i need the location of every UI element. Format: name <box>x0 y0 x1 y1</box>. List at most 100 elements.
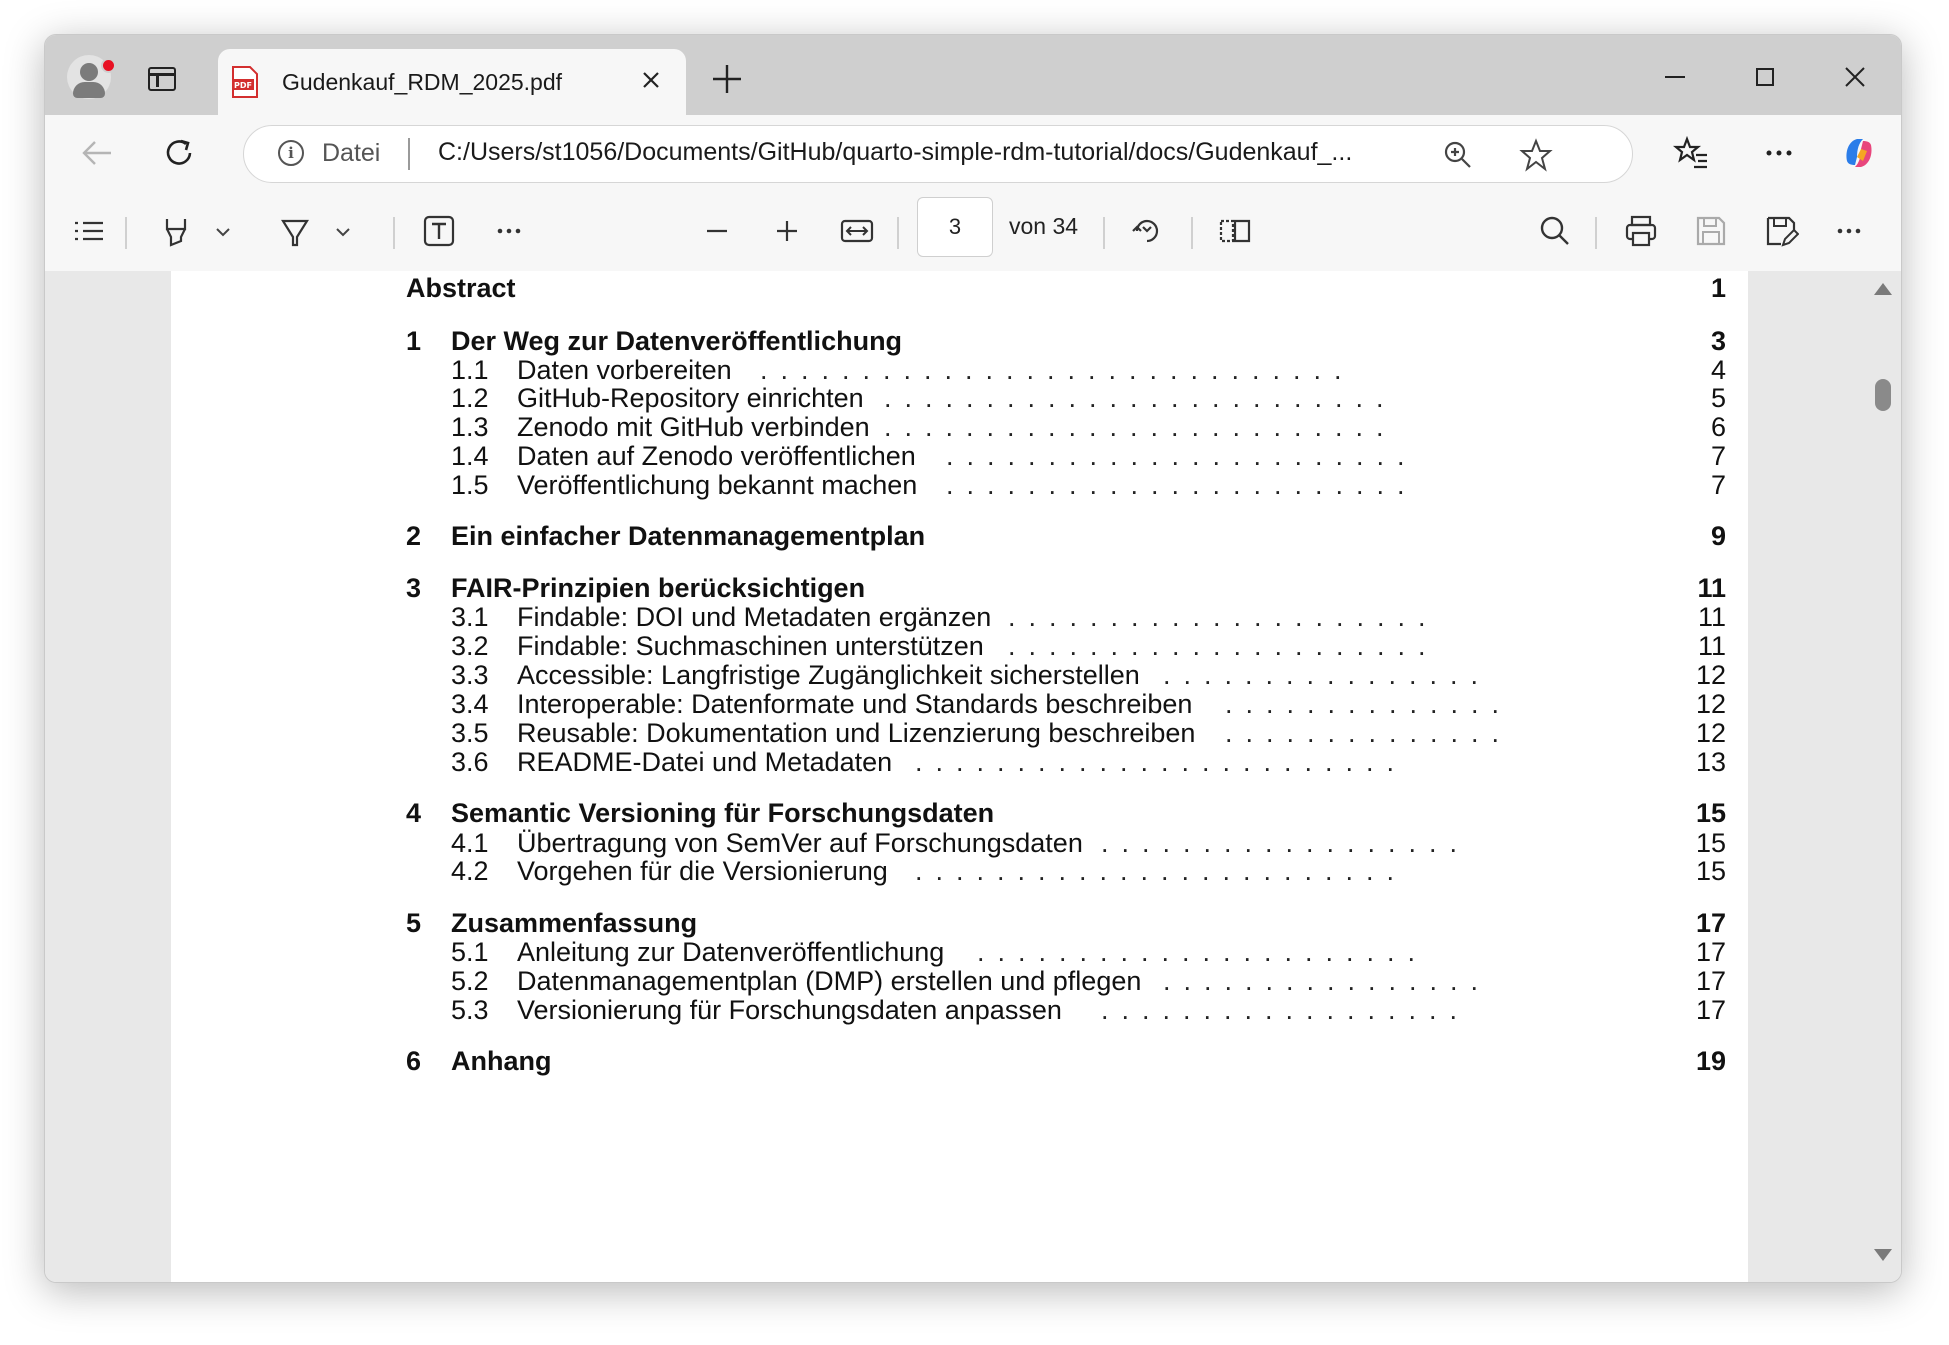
toc-number: 3.1 <box>451 602 489 632</box>
toc-number: 5.3 <box>451 995 489 1025</box>
toc-dot-leader: .............. <box>1225 689 1513 719</box>
toc-number: 1.2 <box>451 383 489 413</box>
pdf-toolbar: 3 von 34 <box>45 191 1901 272</box>
toc-page-number: 11 <box>1697 631 1726 661</box>
toc-title: Daten vorbereiten <box>517 355 732 385</box>
toc-subsection[interactable]: 4.2 Vorgehen für die Versionierung 15.....… <box>171 856 1726 890</box>
toc-title: Übertragung von SemVer auf Forschungsdat… <box>517 828 1083 858</box>
fit-to-width-icon[interactable] <box>839 213 875 249</box>
print-icon[interactable] <box>1623 213 1659 249</box>
toc-page-number: 9 <box>1710 521 1726 551</box>
close-tab-icon[interactable] <box>636 65 666 95</box>
favorites-list-icon[interactable] <box>1669 131 1713 175</box>
toc-number: 4 <box>406 798 422 828</box>
toc-title: Abstract <box>406 273 516 303</box>
toc-dot-leader: ............................. <box>760 355 1355 385</box>
toc-page-number: 3 <box>1710 326 1726 356</box>
zoom-out-icon[interactable] <box>699 213 735 249</box>
refresh-icon[interactable] <box>157 131 201 175</box>
page-view-icon[interactable] <box>1217 213 1253 249</box>
toc-page-number: 1 <box>1710 273 1726 303</box>
toc-section[interactable]: 4 Semantic Versioning für Forschungsdaten… <box>171 798 1726 832</box>
save-icon[interactable] <box>1693 213 1729 249</box>
toc-dot-leader: ....................... <box>946 470 1418 500</box>
address-bar[interactable]: i Datei C:/Users/st1056/Documents/GitHub… <box>243 125 1633 183</box>
toc-number: 3 <box>406 573 422 603</box>
toc-number: 5.1 <box>451 937 489 967</box>
chevron-down-icon[interactable] <box>333 213 353 249</box>
toc-subsection[interactable]: 1.5 Veröffentlichung bekannt machen 7.....… <box>171 470 1726 504</box>
toc-page-number: 11 <box>1697 602 1726 632</box>
more-options-icon[interactable] <box>1757 131 1801 175</box>
toc-section[interactable]: 2 Ein einfacher Datenmanagementplan 9 <box>171 521 1726 555</box>
highlight-icon[interactable] <box>159 213 195 249</box>
toc-subsection[interactable]: 5.3 Versionierung für Forschungsdaten anp… <box>171 995 1726 1029</box>
tab-title: Gudenkauf_RDM_2025.pdf <box>282 69 563 95</box>
toc-dot-leader: ................ <box>1163 660 1492 690</box>
toc-subsection[interactable]: 3.6 README-Datei und Metadaten 13.........… <box>171 747 1726 781</box>
close-window-icon[interactable] <box>1835 57 1875 97</box>
rotate-icon[interactable] <box>1129 213 1165 249</box>
maximize-icon[interactable] <box>1745 57 1785 97</box>
pdf-file-icon: PDF <box>232 66 258 98</box>
toc-page-number: 5 <box>1710 383 1726 413</box>
toc-page-number: 15 <box>1695 798 1726 828</box>
toc-title: Anhang <box>451 1046 552 1076</box>
toc-number: 1 <box>406 326 422 356</box>
text-box-icon[interactable] <box>421 213 457 249</box>
zoom-icon[interactable] <box>1442 139 1474 171</box>
toc-title: Findable: Suchmaschinen unterstützen <box>517 631 984 661</box>
zoom-in-icon[interactable] <box>769 213 805 249</box>
toc-title: GitHub-Repository einrichten <box>517 383 864 413</box>
scrollbar-thumb[interactable] <box>1875 379 1891 411</box>
draw-icon[interactable] <box>277 213 313 249</box>
scrollbar[interactable] <box>1865 271 1901 1282</box>
toc-title: Versionierung für Forschungsdaten anpass… <box>517 995 1062 1025</box>
scroll-up-icon[interactable] <box>1874 283 1892 295</box>
toc-title: README-Datei und Metadaten <box>517 747 893 777</box>
more-tools-icon[interactable] <box>491 213 527 249</box>
toc-number: 6 <box>406 1046 422 1076</box>
toc-page-number: 7 <box>1710 470 1726 500</box>
toolbar-divider <box>125 217 127 249</box>
toc-title: Der Weg zur Datenveröffentlichung <box>451 326 903 356</box>
toc-section[interactable]: 6 Anhang 19 <box>171 1046 1726 1080</box>
pdf-more-options-icon[interactable] <box>1831 213 1867 249</box>
scroll-down-icon[interactable] <box>1874 1249 1892 1261</box>
toc-page-number: 12 <box>1695 660 1726 690</box>
address-scheme-label: Datei <box>322 139 381 167</box>
copilot-icon[interactable] <box>1837 131 1881 175</box>
toc-dot-leader: ..................... <box>1008 602 1439 632</box>
profile-avatar-icon[interactable] <box>67 55 116 99</box>
toc-title: Daten auf Zenodo veröffentlichen <box>517 441 916 471</box>
toolbar-divider <box>1595 217 1597 249</box>
page-number-input[interactable]: 3 <box>917 197 993 257</box>
chevron-down-icon[interactable] <box>213 213 233 249</box>
toc-title: Findable: DOI und Metadaten ergänzen <box>517 602 992 632</box>
new-tab-icon[interactable] <box>709 61 745 97</box>
address-url[interactable]: C:/Users/st1056/Documents/GitHub/quarto-… <box>438 138 1352 167</box>
toc-title: FAIR-Prinzipien berücksichtigen <box>451 573 866 603</box>
toc-title: Reusable: Dokumentation und Lizenzierung… <box>517 718 1196 748</box>
toolbar-divider <box>393 217 395 249</box>
toc-number: 4.1 <box>451 828 489 858</box>
search-icon[interactable] <box>1537 213 1573 249</box>
toc-section[interactable]: Abstract 1 <box>171 273 1726 307</box>
favorite-star-icon[interactable] <box>1519 138 1553 172</box>
back-arrow-icon[interactable] <box>75 131 119 175</box>
pdf-page: Abstract 1 1 Der Weg zur Datenveröffentlich… <box>171 271 1748 1282</box>
toc-number: 3.2 <box>451 631 489 661</box>
table-of-contents-icon[interactable] <box>71 213 107 249</box>
pdf-viewer[interactable]: Abstract 1 1 Der Weg zur Datenveröffentlich… <box>45 271 1901 1282</box>
toc-title: Veröffentlichung bekannt machen <box>517 470 918 500</box>
toc-number: 5.2 <box>451 966 489 996</box>
toc-number: 2 <box>406 521 422 551</box>
toc-page-number: 7 <box>1710 441 1726 471</box>
toc-number: 3.5 <box>451 718 489 748</box>
site-info-icon[interactable]: i <box>278 140 304 166</box>
tab-actions-icon[interactable] <box>148 67 176 91</box>
minimize-icon[interactable] <box>1655 57 1695 97</box>
toc-number: 5 <box>406 908 422 938</box>
save-as-icon[interactable] <box>1763 213 1799 249</box>
tab-active[interactable]: PDF Gudenkauf_RDM_2025.pdf <box>218 49 686 117</box>
